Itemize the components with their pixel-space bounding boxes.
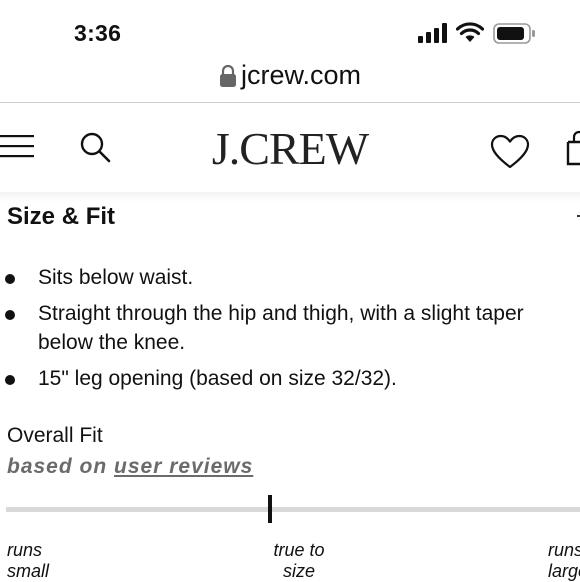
fit-detail-text: 15" leg opening (based on size 32/32). [38,367,397,390]
status-bar: 3:36 [0,0,580,64]
scale-label-line: runs [548,540,580,560]
wifi-icon [456,22,484,42]
scale-label-line: large [548,561,580,581]
bullet-icon [5,375,15,385]
based-on-reviews: based on user reviews [7,455,253,479]
url-text: jcrew.com [240,60,362,90]
overall-fit-heading: Overall Fit [7,424,103,447]
size-fit-heading[interactable]: Size & Fit [7,203,115,231]
scale-label-true-to-size: true to size [250,540,348,582]
scale-label-runs-small: runs small [7,540,49,582]
header-shadow [0,192,580,202]
bullet-icon [5,310,15,320]
fit-details-list: Sits below waist. Straight through the h… [0,263,580,400]
status-time: 3:36 [74,20,122,46]
fit-detail-item: Sits below waist. [0,263,548,292]
fit-detail-text: Straight through the hip and thigh, with… [38,302,524,354]
user-reviews-link[interactable]: user reviews [114,455,253,478]
scale-label-line: true to [273,540,325,560]
lock-icon [219,64,236,87]
based-on-text: based on [7,455,108,478]
bullet-icon [5,274,15,284]
fit-scale-marker [268,495,272,523]
battery-icon [493,23,535,44]
scale-label-runs-large: runs large [548,540,580,582]
address-bar[interactable]: jcrew.com [0,58,580,100]
fit-detail-item: Straight through the hip and thigh, with… [0,299,548,357]
cellular-signal-icon [418,23,447,43]
fit-detail-item: 15" leg opening (based on size 32/32). [0,364,548,393]
scale-label-line: size [282,561,315,581]
scale-label-line: runs [7,540,43,560]
scale-label-line: small [7,561,50,581]
fit-detail-text: Sits below waist. [38,266,194,289]
shopping-bag-icon[interactable] [566,130,580,166]
fit-scale-track [6,507,580,512]
heart-icon[interactable] [490,134,530,170]
